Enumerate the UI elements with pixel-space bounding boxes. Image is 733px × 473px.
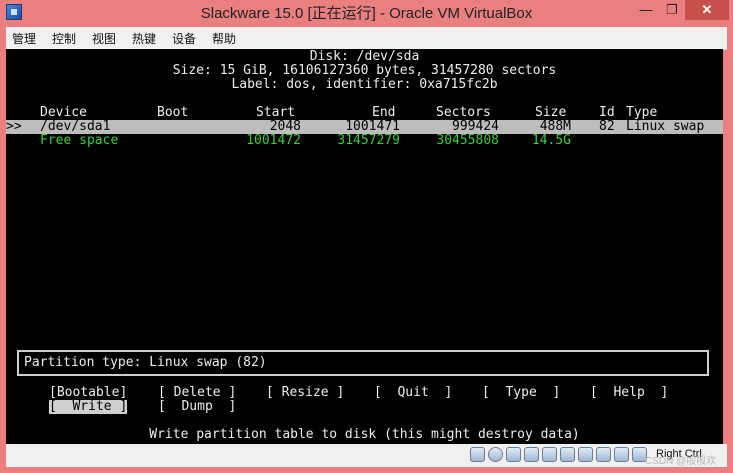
disk-title: Disk: /dev/sda — [309, 49, 420, 64]
column-device: Device — [40, 105, 87, 120]
partition-row-sda1[interactable]: >> /dev/sda1 2048 1001471 999424 488M 82… — [6, 120, 723, 134]
cell-sectors: 999424 — [452, 119, 499, 134]
usb-icon[interactable] — [542, 447, 557, 462]
display-icon[interactable] — [578, 447, 593, 462]
partition-type-text: Partition type: Linux swap (82) — [24, 355, 267, 370]
delete-button[interactable]: [ Delete ] — [158, 386, 236, 400]
selection-marker: >> — [6, 119, 22, 134]
shared-folder-icon[interactable] — [560, 447, 575, 462]
close-button[interactable]: ✕ — [685, 0, 729, 20]
dump-button[interactable]: [ Dump ] — [158, 400, 236, 414]
hard-disk-icon[interactable] — [470, 447, 485, 462]
column-end: End — [372, 105, 396, 120]
cell-size: 488M — [539, 119, 571, 134]
type-button[interactable]: [ Type ] — [482, 386, 560, 400]
cell-start: 2048 — [269, 119, 301, 134]
column-size: Size — [535, 105, 567, 120]
disk-size-info: Size: 15 GiB, 16106127360 bytes, 3145728… — [172, 63, 557, 78]
cell-sectors: 30455808 — [436, 133, 499, 148]
cpu-icon[interactable] — [614, 447, 629, 462]
column-start: Start — [256, 105, 296, 120]
write-button[interactable]: [ Write ] — [49, 400, 128, 414]
partition-row-free-space[interactable]: Free space 1001472 31457279 30455808 14.… — [6, 134, 723, 148]
column-boot: Boot — [157, 105, 189, 120]
cell-end: 1001471 — [345, 119, 400, 134]
cell-device: Free space — [40, 133, 119, 148]
window-title-bar[interactable]: Slackware 15.0 [正在运行] - Oracle VM Virtua… — [0, 0, 733, 26]
minimize-button[interactable]: — — [633, 0, 659, 20]
help-button[interactable]: [ Help ] — [590, 386, 668, 400]
bootable-button[interactable]: [Bootable] — [49, 386, 127, 400]
column-sectors: Sectors — [436, 105, 491, 120]
column-id: Id — [599, 105, 615, 120]
optical-drive-icon[interactable] — [488, 447, 503, 462]
menu-manage[interactable]: 管理 — [12, 30, 36, 47]
column-type: Type — [626, 105, 658, 120]
menu-bar: 管理 控制 视图 热键 设备 帮助 — [6, 27, 727, 50]
vm-status-bar: Right Ctrl — [6, 444, 727, 467]
menu-help[interactable]: 帮助 — [212, 30, 236, 47]
audio-icon[interactable] — [506, 447, 521, 462]
disk-label-info: Label: dos, identifier: 0xa715fc2b — [231, 77, 498, 92]
cell-size: 14.5G — [531, 133, 571, 148]
network-icon[interactable] — [524, 447, 539, 462]
video-capture-icon[interactable] — [596, 447, 611, 462]
quit-button[interactable]: [ Quit ] — [374, 386, 452, 400]
watermark: CSDN @殷殷欢 — [645, 456, 717, 467]
cell-end: 31457279 — [337, 133, 400, 148]
menu-hotkeys[interactable]: 热键 — [132, 30, 156, 47]
cell-id: 82 — [599, 119, 615, 134]
menu-view[interactable]: 视图 — [92, 30, 116, 47]
menu-control[interactable]: 控制 — [52, 30, 76, 47]
cell-start: 1001472 — [246, 133, 301, 148]
status-message: Write partition table to disk (this migh… — [149, 427, 580, 442]
resize-button[interactable]: [ Resize ] — [266, 386, 344, 400]
menu-devices[interactable]: 设备 — [172, 30, 196, 47]
cell-device: /dev/sda1 — [40, 119, 111, 134]
vm-console-screen[interactable]: Disk: /dev/sda Size: 15 GiB, 16106127360… — [6, 49, 723, 444]
maximize-button[interactable]: ❐ — [659, 0, 685, 20]
cell-type: Linux swap — [626, 119, 705, 134]
window-title: Slackware 15.0 [正在运行] - Oracle VM Virtua… — [200, 5, 533, 22]
partition-type-box: Partition type: Linux swap (82) — [17, 350, 709, 376]
